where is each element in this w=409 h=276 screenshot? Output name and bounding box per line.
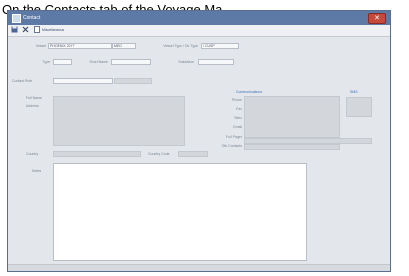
contact-window: Contact ✕ Miscellaneous Vessel PHOENIX 2…: [7, 10, 391, 272]
full-name-label: Full Name: [26, 96, 42, 100]
type-label: Type: [42, 60, 50, 64]
vessel-code-field[interactable]: MED: [112, 43, 136, 49]
country-label: Country: [26, 152, 39, 156]
close-button[interactable]: ✕: [368, 13, 386, 24]
save-icon[interactable]: [11, 26, 18, 36]
vessel-label: Vessel: [35, 44, 46, 48]
type-field[interactable]: [53, 59, 72, 65]
sms-link[interactable]: SMS: [350, 89, 358, 95]
full-name-address-field[interactable]: [53, 96, 185, 146]
document-icon: [34, 26, 40, 33]
country-code-field[interactable]: [178, 151, 208, 157]
salutation-label: Salutation: [178, 60, 194, 64]
notes-label: Notes: [32, 169, 42, 173]
sms-field[interactable]: [346, 97, 372, 117]
status-bar: [8, 264, 390, 271]
window-title: Contact: [23, 15, 41, 21]
phone-label: Phone: [231, 98, 242, 102]
vessel-field[interactable]: PHOENIX 2077: [48, 43, 112, 49]
contact-role-label: Contact Role: [12, 79, 33, 83]
short-name-label: Short Name: [89, 60, 108, 64]
miscellaneous-link[interactable]: Miscellaneous: [42, 27, 64, 33]
country-code-label: Country Code: [148, 152, 170, 156]
communications-fields[interactable]: [244, 96, 340, 138]
toolbar: Miscellaneous: [8, 25, 390, 37]
telex-label: Telex: [233, 116, 242, 120]
contact-role-lookup: [114, 78, 152, 84]
other-contacts-field[interactable]: [244, 144, 340, 150]
floppy-disk-icon: [11, 26, 18, 33]
email-label: Email: [233, 125, 242, 129]
delete-icon[interactable]: [22, 26, 29, 36]
address-label: Address: [26, 104, 39, 108]
country-field[interactable]: [53, 151, 141, 157]
fax-label: Fax: [236, 107, 242, 111]
app-icon: [12, 14, 21, 23]
notes-textarea[interactable]: [53, 163, 307, 261]
open-icon[interactable]: [34, 26, 40, 36]
contact-role-field[interactable]: [53, 78, 113, 84]
pager-label: Full Pager: [226, 135, 242, 139]
delete-x-icon: [22, 26, 29, 33]
title-bar: Contact ✕: [8, 11, 390, 25]
vessel-type-label: Vessel Type / Dir Type: [163, 44, 198, 48]
short-name-field[interactable]: [111, 59, 151, 65]
vessel-type-field[interactable]: / CUSP: [201, 43, 239, 49]
communications-link[interactable]: Communications: [236, 89, 262, 95]
salutation-field[interactable]: [198, 59, 234, 65]
other-contacts-label: Oth Contacts: [221, 144, 242, 148]
